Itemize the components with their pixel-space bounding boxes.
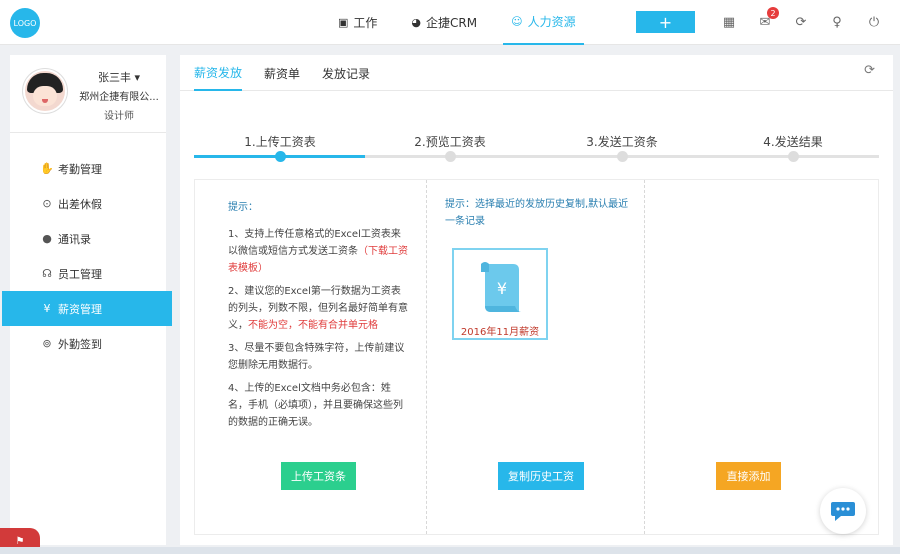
contact-icon: ● [42, 232, 52, 245]
avatar[interactable] [23, 69, 67, 113]
nav-crm[interactable]: ◕ 企捷CRM [403, 0, 485, 45]
top-nav: ▣ 工作 ◕ 企捷CRM ☺ 人力资源 [330, 0, 602, 45]
yen-icon: ¥ [43, 302, 51, 315]
tab-salary-payout[interactable]: 薪资发放 [194, 55, 243, 91]
step-2-label: 2.预览工资表 [414, 135, 486, 149]
sub-tabs: 薪资发放 薪资单 发放记录 [180, 55, 893, 91]
profile-company: 郑州企捷有限公... [79, 92, 159, 103]
staff-icon: ☊ [42, 267, 52, 280]
nav-crm-label: 企捷CRM [426, 16, 478, 30]
sidebar-item-salary[interactable]: ¥ 薪资管理 [2, 291, 172, 326]
step-1-label: 1.上传工资表 [244, 135, 316, 149]
upload-tip-title: 提示： [228, 202, 258, 213]
salary-document-icon: ¥ [481, 262, 521, 312]
mail-badge: 2 [767, 7, 779, 19]
upload-tips: 1、支持上传任意格式的Excel工资表来以微信或短信方式发送工资条（下载工资表模… [228, 226, 408, 437]
sidebar-item-label: 考勤管理 [58, 162, 102, 176]
sidebar-item-attendance[interactable]: ✋ 考勤管理 [10, 151, 166, 186]
status-bar [0, 547, 900, 554]
sidebar-menu: ✋ 考勤管理 ⊙ 出差休假 ● 通讯录 ☊ 员工管理 ¥ 薪资管理 ⊚ 外勤签到 [2, 151, 172, 361]
tip-3: 3、尽量不要包含特殊字符，上传前建议您删除无用数据行。 [228, 343, 405, 371]
sidebar-item-label: 外勤签到 [58, 337, 102, 351]
people-icon: ☺ [511, 15, 523, 28]
step-content: 提示： 1、支持上传任意格式的Excel工资表来以微信或短信方式发送工资条（下载… [194, 179, 879, 535]
pie-chart-icon: ◕ [411, 16, 422, 29]
nav-hr[interactable]: ☺ 人力资源 [503, 0, 584, 45]
tab-payout-history[interactable]: 发放记录 [322, 55, 370, 91]
sidebar-item-label: 薪资管理 [58, 302, 102, 316]
mail-icon[interactable]: ✉ 2 [755, 7, 779, 33]
step-2-dot [445, 151, 456, 162]
direct-column: 直接添加 [645, 180, 878, 534]
nav-work-label: 工作 [353, 16, 378, 30]
main-panel: 薪资发放 薪资单 发放记录 ⟳ 1.上传工资表 2.预览工资表 3.发送工资条 … [180, 55, 893, 545]
refresh-icon[interactable]: ⟳ [864, 63, 875, 78]
chevron-down-icon: ▾ [134, 71, 141, 84]
tip-2-warning: 不能为空，不能有合并单元格 [248, 320, 378, 331]
upload-column: 提示： 1、支持上传任意格式的Excel工资表来以微信或短信方式发送工资条（下载… [195, 180, 427, 534]
hand-icon: ✋ [40, 162, 54, 175]
add-button[interactable]: + [636, 11, 695, 33]
history-record-card[interactable]: ¥ 2016年11月薪资 [452, 248, 548, 340]
sidebar: 张三丰 ▾ 郑州企捷有限公... 设计师 ✋ 考勤管理 ⊙ 出差休假 ● 通讯录… [2, 55, 172, 545]
sidebar-item-label: 通讯录 [58, 232, 91, 246]
step-3-dot [617, 151, 628, 162]
step-4-dot [788, 151, 799, 162]
step-progress: 1.上传工资表 2.预览工资表 3.发送工资条 4.发送结果 [194, 133, 879, 163]
logo[interactable]: LOGO [10, 8, 40, 38]
tab-salary-slip[interactable]: 薪资单 [264, 55, 300, 91]
sidebar-item-staff[interactable]: ☊ 员工管理 [10, 256, 166, 291]
history-column: 提示：选择最近的发放历史复制,默认最近一条记录 ¥ 2016年11月薪资 复制历… [427, 180, 645, 534]
top-bar: LOGO ▣ 工作 ◕ 企捷CRM ☺ 人力资源 + ▦ ✉ 2 ⟳ ♀ ⏻ [0, 0, 900, 45]
step-4-label: 4.发送结果 [763, 135, 823, 149]
sidebar-item-field-checkin[interactable]: ⊚ 外勤签到 [10, 326, 166, 361]
tip-4: 4、上传的Excel文档中务必包含：姓名，手机（必填项），并且要确保这些列的数据… [228, 383, 403, 428]
profile-name[interactable]: 张三丰 ▾ [76, 69, 162, 85]
history-card-label: 2016年11月薪资 [460, 327, 540, 338]
tip-1: 1、支持上传任意格式的Excel工资表来以微信或短信方式发送工资条（下载工资表模… [228, 229, 408, 274]
sidebar-item-label: 出差休假 [58, 197, 102, 211]
direct-add-button[interactable]: 直接添加 [716, 462, 781, 490]
history-tip: 提示：选择最近的发放历史复制,默认最近一条记录 [445, 199, 629, 227]
sync-icon[interactable]: ⟳ [791, 11, 811, 33]
sidebar-item-label: 员工管理 [58, 267, 102, 281]
map-pin-icon: ⊚ [42, 337, 52, 350]
sidebar-item-travel[interactable]: ⊙ 出差休假 [10, 186, 166, 221]
briefcase-icon: ▣ [338, 16, 349, 29]
location-pin-icon: ⊙ [42, 197, 52, 210]
chat-button[interactable] [820, 488, 866, 534]
svg-text:¥: ¥ [497, 279, 507, 298]
nav-work[interactable]: ▣ 工作 [330, 0, 385, 45]
upload-salary-button[interactable]: 上传工资条 [281, 462, 356, 490]
step-1-dot [275, 151, 286, 162]
bulb-icon[interactable]: ♀ [827, 11, 847, 33]
nav-hr-label: 人力资源 [527, 15, 576, 29]
profile-role: 设计师 [104, 111, 134, 122]
sidebar-item-contacts[interactable]: ● 通讯录 [10, 221, 166, 256]
power-icon[interactable]: ⏻ [864, 11, 884, 33]
profile-card: 张三丰 ▾ 郑州企捷有限公... 设计师 [10, 55, 166, 133]
chat-bubble-icon [831, 502, 855, 521]
qrcode-icon[interactable]: ▦ [719, 11, 739, 33]
copy-history-button[interactable]: 复制历史工资 [498, 462, 584, 490]
tip-2: 2、建议您的Excel第一行数据为工资表的列头，列数不限，但列名最好简单有意义，… [228, 286, 408, 331]
step-3-label: 3.发送工资条 [586, 135, 658, 149]
